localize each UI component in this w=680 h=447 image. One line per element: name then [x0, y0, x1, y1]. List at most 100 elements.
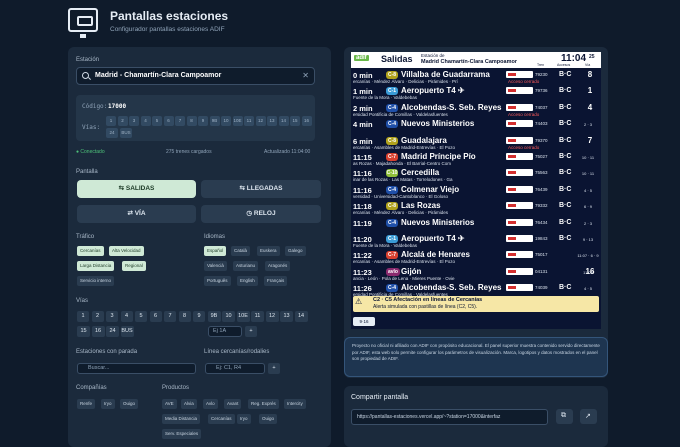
- via-button-15[interactable]: 14: [294, 311, 308, 322]
- vias-label: Vías:: [82, 124, 101, 131]
- train-number: 79370: [535, 137, 548, 143]
- code-via-chip: 24: [106, 128, 118, 138]
- code-via-chip: 10E: [232, 116, 243, 126]
- via-button[interactable]: ⇄ VÍA: [77, 205, 196, 223]
- salidas-label: SALIDAS: [125, 185, 155, 192]
- product-10[interactable]: Serv. Especiales: [162, 429, 202, 439]
- product-4[interactable]: Reg. Exprés: [248, 399, 279, 409]
- via-button-3[interactable]: 4: [120, 311, 133, 322]
- via-button-2[interactable]: 3: [106, 311, 118, 322]
- via-button-8[interactable]: 9: [193, 311, 205, 322]
- idioma-8[interactable]: English: [237, 276, 258, 286]
- reloj-button[interactable]: ◷ RELOJ: [201, 205, 321, 223]
- trafico-4[interactable]: Servicio interno: [77, 276, 115, 286]
- idioma-9[interactable]: Français: [264, 276, 288, 286]
- companies-label: Compañías: [76, 385, 107, 391]
- via-input[interactable]: Ej 1A: [208, 326, 242, 337]
- destination: Alcobendas-S. Seb. Reyes: [401, 102, 502, 112]
- access-type: B·C: [559, 120, 572, 128]
- departure-row: 1 min C-1 Aeropuerto T4 ✈ Fuente de la Mora…: [351, 85, 601, 101]
- company-2[interactable]: Ouigo: [120, 399, 139, 409]
- train-number: 75017: [535, 252, 548, 258]
- col-accesos: Accesos: [557, 63, 571, 67]
- train-number: 79736: [535, 88, 548, 94]
- product-8[interactable]: Iryo: [237, 414, 251, 424]
- code-via-chip: 15: [290, 116, 300, 126]
- via-stations: Fuente de la Mora · Valdebebas: [353, 95, 417, 101]
- platform-extra: 11:07 · 6 · 9: [577, 253, 599, 259]
- product-2[interactable]: Avlo: [203, 399, 218, 409]
- via-stations: ersidad Pontificia de Comillas · Valdela…: [353, 111, 448, 117]
- share-url-input[interactable]: https://pantallas-estaciones.vercel.app/…: [351, 409, 548, 425]
- via-button-5[interactable]: 6: [149, 311, 162, 322]
- line-badge: C-8: [386, 71, 398, 79]
- idioma-5[interactable]: Asturianu: [233, 261, 259, 271]
- via-button-0[interactable]: 1: [77, 311, 89, 322]
- line-badge: C-10: [386, 169, 398, 178]
- platform: 8: [587, 70, 593, 79]
- product-9[interactable]: Ouigo: [259, 414, 278, 424]
- via-button-1[interactable]: 2: [91, 311, 104, 322]
- product-0[interactable]: AVE: [162, 399, 177, 409]
- via-stations: versidad · Universidad-Cantoblanco · El …: [353, 193, 449, 199]
- departure-row: 2 min C-4 Alcobendas-S. Seb. Reyes ersidad …: [351, 102, 601, 118]
- stops-input[interactable]: Buscar...: [77, 363, 196, 374]
- llegadas-button[interactable]: ⇆ LLEGADAS: [201, 180, 321, 198]
- idioma-3[interactable]: Galego: [285, 246, 306, 256]
- via-button-14[interactable]: 13: [280, 311, 293, 322]
- via-button-18[interactable]: 24: [106, 326, 119, 337]
- trafico-label: Tráfico: [76, 234, 95, 240]
- add-via-button[interactable]: +: [245, 326, 257, 337]
- line-badge: C-7: [386, 251, 398, 260]
- share-url: https://pantallas-estaciones.vercel.app/…: [357, 414, 501, 420]
- train-number: 75027: [535, 154, 548, 159]
- alert-bar: ⚠ C2 · C5 Afectación en líneas de Cercan…: [353, 296, 599, 312]
- via-button-4[interactable]: 5: [135, 311, 147, 322]
- idioma-6[interactable]: Aragonés: [265, 261, 291, 271]
- via-button-16[interactable]: 15: [77, 326, 90, 337]
- open-link-button[interactable]: ↗: [580, 409, 597, 424]
- code-via-chip: 8: [186, 116, 197, 126]
- idioma-0[interactable]: Español: [204, 246, 227, 256]
- code-via-chip: 3: [129, 116, 139, 126]
- trafico-0[interactable]: Cercanías: [77, 246, 104, 256]
- clear-icon[interactable]: ✕: [302, 71, 309, 80]
- product-6[interactable]: Media Distancia: [162, 414, 201, 424]
- product-1[interactable]: Alvia: [181, 399, 197, 409]
- trafico-3[interactable]: Regional: [122, 261, 146, 271]
- idioma-4[interactable]: Valencià: [204, 261, 227, 271]
- product-7[interactable]: Cercanías: [208, 414, 235, 424]
- lines-input[interactable]: Ej: C1, R4: [205, 363, 265, 374]
- via-button-11[interactable]: 10E: [236, 311, 250, 322]
- copy-button[interactable]: ⧉: [556, 409, 573, 424]
- via-button-9[interactable]: 9B: [207, 311, 221, 322]
- company-1[interactable]: Iryo: [101, 399, 115, 409]
- idioma-7[interactable]: Português: [204, 276, 231, 286]
- board-title: Salidas: [381, 54, 413, 64]
- trafico-1[interactable]: Alta Velocidad: [109, 246, 144, 256]
- product-3[interactable]: Avant: [224, 399, 242, 409]
- via-stations: ercanías · Méndez Álvaro · Delicias · Pi…: [353, 210, 449, 216]
- salidas-button[interactable]: ⇆ SALIDAS: [77, 180, 196, 198]
- line-badge: C-4: [386, 103, 398, 112]
- board-header: adif Salidas Estación de Madrid Chamartí…: [351, 52, 601, 68]
- via-button-10[interactable]: 10: [222, 311, 235, 322]
- line-badge: C-4: [386, 218, 398, 227]
- via-button-7[interactable]: 8: [178, 311, 191, 322]
- via-button-13[interactable]: 12: [265, 311, 279, 322]
- via-button-12[interactable]: 11: [251, 311, 264, 322]
- destination: Las Rozas: [401, 201, 441, 211]
- company-0[interactable]: Renfe: [77, 399, 96, 409]
- product-5[interactable]: Intercity: [284, 399, 306, 409]
- idioma-1[interactable]: Català: [231, 246, 251, 256]
- warning-icon: ⚠: [355, 297, 363, 306]
- via-button-19[interactable]: BUS: [120, 326, 134, 337]
- idioma-2[interactable]: Euskera: [257, 246, 280, 256]
- access-alert: Acceso cerrado: [508, 79, 540, 84]
- trafico-2[interactable]: Larga Distancia: [77, 261, 115, 271]
- platform-extra: 6 · 9: [583, 204, 592, 210]
- via-button-17[interactable]: 16: [91, 326, 105, 337]
- via-button-6[interactable]: 7: [164, 311, 176, 322]
- add-line-button[interactable]: +: [268, 363, 280, 374]
- station-search[interactable]: Madrid - Chamartín-Clara Campoamor ✕: [76, 67, 315, 85]
